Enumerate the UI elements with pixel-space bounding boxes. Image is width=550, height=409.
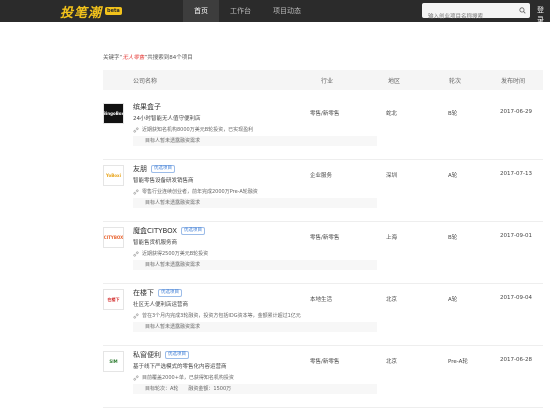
region-cell: 上海 (386, 235, 398, 241)
company-news: 近期获知名机构8000万美元B轮投资，已实现盈利 (133, 126, 253, 133)
date-cell: 2017-06-29 (500, 109, 532, 115)
company-description: 基于线下严选模式的零售化内容运营商 (133, 364, 227, 370)
company-name-wrap: 在楼下 优选项目 (133, 288, 182, 298)
company-description: 社区无人便利店运营商 (133, 302, 189, 308)
featured-badge: 优选项目 (181, 227, 206, 235)
col-header-region: 地区 (388, 78, 401, 85)
table-row[interactable]: YoBoxi 友朋 优选项目 智能零售设备研发销售商 零售行业连续创业者，前年完… (103, 160, 543, 222)
industry-cell: 零售/新零售 (310, 111, 340, 117)
table-row[interactable]: BingoBox 缤果盒子 24小时智能无人值守便利店 近期获知名机构8000万… (103, 98, 543, 160)
nav-item-workbench[interactable]: 工作台 (219, 0, 262, 22)
region-cell: 北京 (386, 297, 398, 303)
company-name[interactable]: 缤果盒子 (133, 102, 161, 112)
funding-info: 目标人暂未透露融资需求 (133, 322, 377, 332)
date-cell: 2017-09-01 (500, 233, 532, 239)
company-news: 近期获得2500万美元B轮投资 (133, 250, 208, 257)
date-cell: 2017-06-28 (500, 357, 532, 363)
summary-prefix: 关键字“ (103, 55, 123, 61)
company-news-text: 近期获知名机构8000万美元B轮投资，已实现盈利 (142, 127, 254, 133)
company-news-text: 曾在3个月内完成3轮融资，投资方包括IDG资本等，金额累计超过1亿元 (142, 313, 301, 319)
round-cell: A轮 (448, 297, 458, 303)
summary-suffix: ”共搜索到84个项目 (144, 55, 193, 61)
featured-badge: 优选项目 (158, 289, 182, 297)
company-description: 24小时智能无人值守便利店 (133, 116, 201, 122)
col-header-industry: 行业 (321, 78, 334, 85)
company-logo-text: BingoBox (103, 111, 124, 116)
round-cell: B轮 (448, 235, 458, 241)
nav-item-home[interactable]: 首页 (183, 0, 219, 22)
round-cell: B轮 (448, 111, 458, 117)
company-name-wrap: 友朋 优选项目 (133, 164, 175, 174)
featured-badge: 优选项目 (151, 165, 175, 173)
nav-item-project-news[interactable]: 项目动态 (262, 0, 312, 22)
company-news: 目前覆盖2000+单，已获得知名机构投资 (133, 374, 234, 381)
funding-info: 目标人暂未透露融资需求 (133, 260, 377, 270)
company-news-text: 近期获得2500万美元B轮投资 (142, 251, 209, 257)
link-icon (133, 127, 139, 132)
round-cell: A轮 (448, 173, 458, 179)
funding-info: 目标轮次：A轮 融资金额：1500万 (133, 384, 377, 394)
round-cell: Pre-A轮 (448, 359, 468, 365)
table-row[interactable]: SIM 私窗便利 优选项目 基于线下严选模式的零售化内容运营商 目前覆盖2000… (103, 346, 543, 408)
link-icon (133, 313, 139, 318)
logo-badge: beta (105, 7, 122, 15)
company-name[interactable]: 私窗便利 (133, 350, 161, 360)
company-name[interactable]: 友朋 (133, 164, 147, 174)
company-name-wrap: 缤果盒子 (133, 102, 161, 112)
top-nav-bar: 投笔潮 beta 首页 工作台 项目动态 登录 (0, 0, 550, 25)
company-logo-text: YoBoxi (105, 173, 122, 178)
logo-text: 投笔潮 (60, 5, 103, 21)
company-logo-text: 在楼下 (107, 296, 120, 302)
col-header-round: 轮次 (449, 78, 462, 85)
industry-cell: 本地生活 (310, 297, 333, 303)
main-nav: 首页 工作台 项目动态 (183, 0, 312, 22)
industry-cell: 零售/新零售 (310, 359, 340, 365)
link-icon (133, 251, 139, 256)
company-logo[interactable]: CITYBOX (103, 227, 124, 248)
region-cell: 深圳 (386, 173, 398, 179)
link-icon (133, 189, 139, 194)
search-button[interactable] (514, 3, 530, 18)
col-header-company: 公司名称 (133, 78, 158, 85)
search-icon (518, 7, 526, 14)
featured-badge: 优选项目 (165, 351, 189, 359)
industry-cell: 零售/新零售 (310, 235, 340, 241)
date-cell: 2017-07-13 (500, 171, 532, 177)
company-logo[interactable]: BingoBox (103, 103, 124, 124)
summary-keyword: 无人零售 (122, 55, 145, 61)
company-logo[interactable]: 在楼下 (103, 289, 124, 310)
company-news-text: 零售行业连续创业者，前年完成2000万Pre-A轮融资 (142, 189, 258, 195)
company-name-wrap: 魔盒CITYBOX 优选项目 (133, 226, 206, 236)
search-input[interactable] (422, 9, 510, 25)
company-logo[interactable]: SIM (103, 351, 124, 372)
company-news: 零售行业连续创业者，前年完成2000万Pre-A轮融资 (133, 188, 258, 195)
company-name[interactable]: 魔盒CITYBOX (133, 226, 177, 236)
table-row[interactable]: 在楼下 在楼下 优选项目 社区无人便利店运营商 曾在3个月内完成3轮融资，投资方… (103, 284, 543, 346)
company-description: 智能售货机服务商 (133, 240, 178, 246)
table-header: 公司名称 行业 地区 轮次 发布时间 (103, 70, 543, 90)
table-row[interactable]: CITYBOX 魔盒CITYBOX 优选项目 智能售货机服务商 近期获得2500… (103, 222, 543, 284)
company-news: 曾在3个月内完成3轮融资，投资方包括IDG资本等，金额累计超过1亿元 (133, 312, 301, 319)
company-logo-text: CITYBOX (103, 235, 124, 240)
company-name-wrap: 私窗便利 优选项目 (133, 350, 189, 360)
region-cell: 北京 (386, 359, 398, 365)
company-logo-text: SIM (109, 359, 118, 364)
search-summary: 关键字“无人零售”共搜索到84个项目 (103, 53, 193, 61)
company-news-text: 目前覆盖2000+单，已获得知名机构投资 (142, 375, 234, 381)
col-header-date: 发布时间 (501, 78, 526, 85)
company-name[interactable]: 在楼下 (133, 288, 154, 298)
funding-info: 目标人暂未透露融资需求 (133, 198, 377, 208)
industry-cell: 企业服务 (310, 173, 333, 179)
site-logo[interactable]: 投笔潮 beta (60, 2, 122, 21)
link-icon (133, 375, 139, 380)
company-logo[interactable]: YoBoxi (103, 165, 124, 186)
search-box (422, 3, 530, 25)
region-cell: 蛇北 (386, 111, 398, 117)
login-link[interactable]: 登录 (537, 5, 550, 25)
date-cell: 2017-09-04 (500, 295, 532, 301)
company-description: 智能零售设备研发销售商 (133, 178, 194, 184)
funding-info: 目标人暂未透露融资需求 (133, 136, 377, 146)
